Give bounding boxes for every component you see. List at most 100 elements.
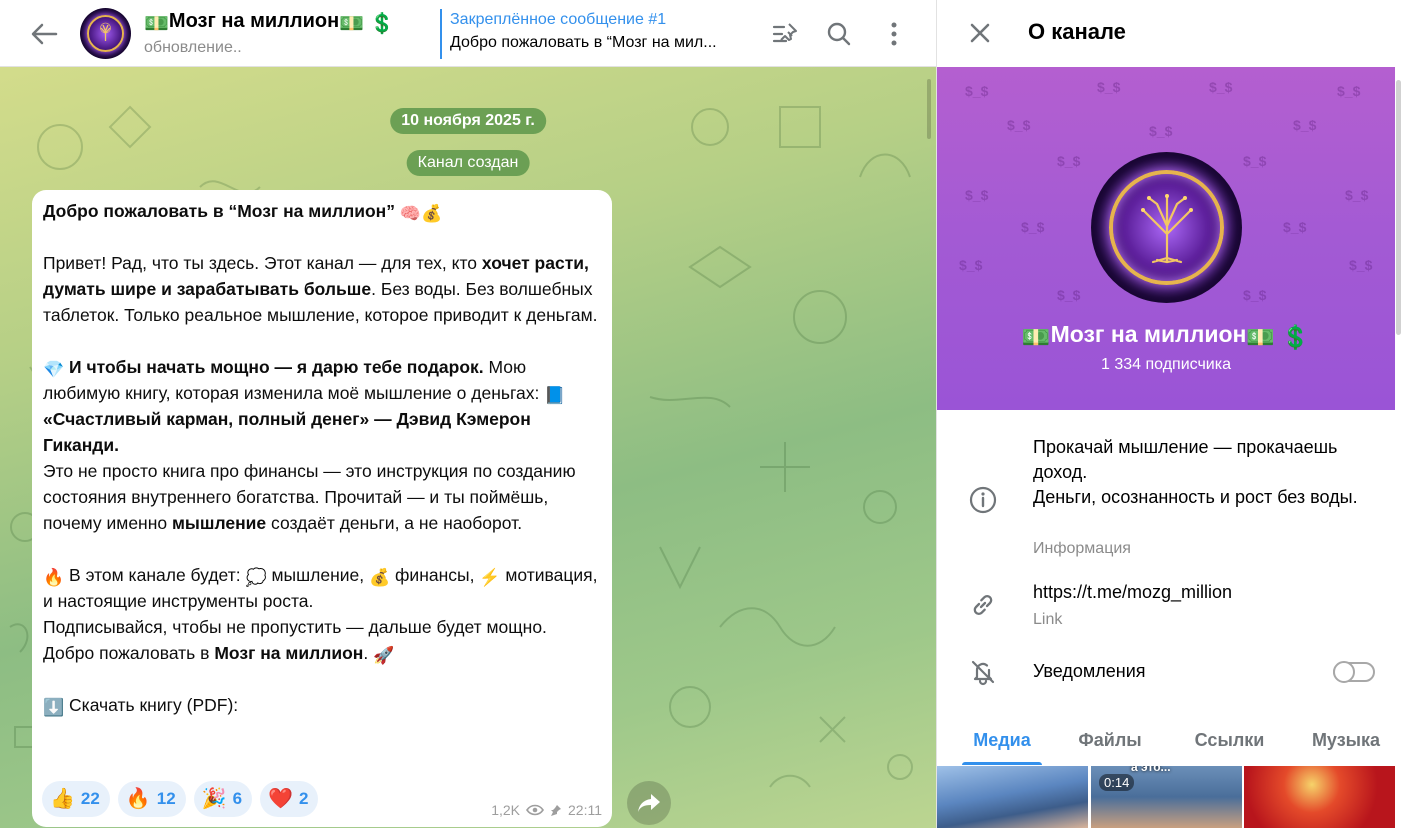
money-bag-emoji: 💰	[368, 568, 391, 587]
hero-pattern: $_$	[1209, 79, 1233, 95]
chat-title[interactable]: 💵Мозг на миллион💵 💲	[144, 10, 395, 36]
channel-link[interactable]: https://t.me/mozg_million	[1033, 580, 1379, 605]
hero-pattern: $_$	[1149, 123, 1173, 139]
hero-pattern: $_$	[965, 187, 989, 203]
toggle-knob	[1333, 661, 1355, 683]
reaction-heart[interactable]: ❤️ 2	[260, 781, 319, 817]
cash-emoji: 💵	[1021, 324, 1051, 350]
media-tabs: Медиа Файлы Ссылки Музыка	[937, 722, 1395, 766]
pinned-text: Добро пожаловать в “Мозг на мил...	[450, 34, 717, 51]
channel-avatar-large[interactable]	[1091, 152, 1242, 303]
message-paragraph-2: 💎 И чтобы начать мощно — я дарю тебе под…	[43, 354, 601, 536]
tab-links[interactable]: Ссылки	[1182, 722, 1277, 766]
tab-media[interactable]: Медиа	[962, 722, 1042, 766]
pinned-list-icon	[772, 23, 797, 43]
panel-header: О канале	[937, 0, 1403, 67]
close-button[interactable]	[963, 16, 997, 50]
party-popper-icon: 🎉	[201, 788, 227, 810]
p2-bold: И чтобы начать мощно — я дарю тебе подар…	[69, 357, 484, 377]
media-thumbnail[interactable]	[1244, 766, 1395, 828]
info-icon-wrap	[967, 484, 999, 516]
tree-icon	[1141, 194, 1193, 264]
chat-title-text: Мозг на миллион	[168, 10, 340, 32]
fire-emoji: 🔥	[43, 568, 65, 587]
media-thumbnail[interactable]: а это... 0:14	[1091, 766, 1242, 828]
media-grid: а это... 0:14	[937, 766, 1395, 828]
cash-emoji: 💵 💲	[1246, 324, 1311, 350]
link-row[interactable]: https://t.me/mozg_million Link	[937, 575, 1395, 635]
hero-pattern: $_$	[1057, 287, 1081, 303]
search-icon	[827, 22, 851, 46]
heart-icon: ❤️	[268, 788, 293, 810]
video-duration: 0:14	[1099, 774, 1135, 791]
panel-title: О канале	[1028, 19, 1126, 44]
hero-pattern: $_$	[1057, 153, 1081, 169]
view-count: 1,2K	[491, 802, 520, 818]
reactions-bar: 👍 22 🔥 12 🎉 6 ❤️ 2	[42, 781, 319, 817]
notifications-row[interactable]: Уведомления	[937, 648, 1395, 696]
lightning-emoji: ⚡	[479, 568, 501, 587]
more-button[interactable]	[877, 17, 911, 51]
tree-icon	[100, 22, 111, 41]
hero-pattern: $_$	[1337, 83, 1361, 99]
rocket-emoji: 🚀	[373, 646, 395, 665]
channel-description: Прокачай мышление — прокачаешь доход. Де…	[1033, 437, 1358, 507]
link-label: Link	[1033, 611, 1063, 628]
heading-text: Добро пожаловать в “Мозг на миллион”	[43, 201, 395, 221]
chat-background: 10 ноября 2025 г. Канал создан Добро пож…	[0, 67, 936, 828]
description-row[interactable]: Прокачай мышление — прокачаешь доход. Де…	[937, 430, 1395, 565]
chat-header: 💵Мозг на миллион💵 💲 обновление.. Закрепл…	[0, 0, 936, 67]
gem-emoji: 💎	[43, 360, 65, 379]
pin-icon	[551, 804, 561, 816]
pinned-message-bar[interactable]: Закреплённое сообщение #1 Добро пожалова…	[440, 9, 750, 59]
message-meta: 1,2K 22:11	[491, 802, 602, 818]
panel-scrollbar[interactable]	[1396, 80, 1401, 335]
reaction-thumbs-up[interactable]: 👍 22	[42, 781, 110, 817]
search-button[interactable]	[822, 17, 856, 51]
eye-icon	[526, 804, 544, 816]
cash-emoji: 💵	[144, 13, 169, 35]
cash-emoji: 💵 💲	[339, 13, 395, 35]
reaction-fire[interactable]: 🔥 12	[117, 781, 186, 817]
message-heading: Добро пожаловать в “Мозг на миллион” 🧠💰	[43, 198, 601, 224]
p3-line2-end: .	[363, 643, 374, 663]
hero-pattern: $_$	[1097, 79, 1121, 95]
pinned-list-button[interactable]	[768, 17, 802, 51]
bell-icon-wrap	[967, 656, 999, 688]
notifications-toggle[interactable]	[1333, 661, 1375, 683]
tab-music[interactable]: Музыка	[1301, 722, 1391, 766]
channel-name: 💵Мозг на миллион💵 💲	[937, 321, 1395, 351]
message-paragraph-1: Привет! Рад, что ты здесь. Этот канал — …	[43, 250, 601, 328]
share-button[interactable]	[627, 781, 671, 825]
info-icon	[969, 486, 997, 514]
back-arrow-icon	[31, 23, 58, 45]
hero-pattern: $_$	[959, 257, 983, 273]
chat-status: обновление..	[144, 39, 242, 56]
thumbs-up-icon: 👍	[50, 788, 75, 810]
p3-line2-bold: Мозг на миллион	[214, 643, 364, 663]
close-icon	[970, 23, 990, 43]
hero-pattern: $_$	[1293, 117, 1317, 133]
reaction-count: 2	[298, 789, 309, 808]
download-emoji: ⬇️	[43, 698, 65, 717]
media-caption: а это...	[1131, 766, 1171, 774]
description-label: Информация	[1033, 540, 1131, 557]
subscriber-count: 1 334 подписчика	[1101, 356, 1231, 373]
service-message: Канал создан	[406, 150, 530, 176]
tab-files[interactable]: Файлы	[1069, 722, 1151, 766]
p3-text-b: мышление,	[266, 565, 369, 585]
media-thumbnail[interactable]	[937, 766, 1088, 828]
reaction-party[interactable]: 🎉 6	[193, 781, 253, 817]
back-button[interactable]	[26, 17, 62, 51]
p1-text: Привет! Рад, что ты здесь. Этот канал — …	[43, 253, 482, 273]
p3-text-c: финансы,	[390, 565, 480, 585]
hero-pattern: $_$	[1243, 287, 1267, 303]
channel-avatar[interactable]	[80, 8, 131, 59]
hero-pattern: $_$	[1345, 187, 1369, 203]
message-bubble[interactable]: Добро пожаловать в “Мозг на миллион” 🧠💰 …	[32, 190, 612, 827]
bell-off-icon	[971, 660, 995, 686]
chat-scrollbar[interactable]	[927, 79, 931, 139]
notifications-label: Уведомления	[1033, 661, 1146, 681]
p2-line2-bold: мышление	[171, 513, 267, 533]
channel-hero: $_$ $_$ $_$ $_$ $_$ $_$ $_$ $_$ $_$ $_$ …	[937, 67, 1395, 410]
